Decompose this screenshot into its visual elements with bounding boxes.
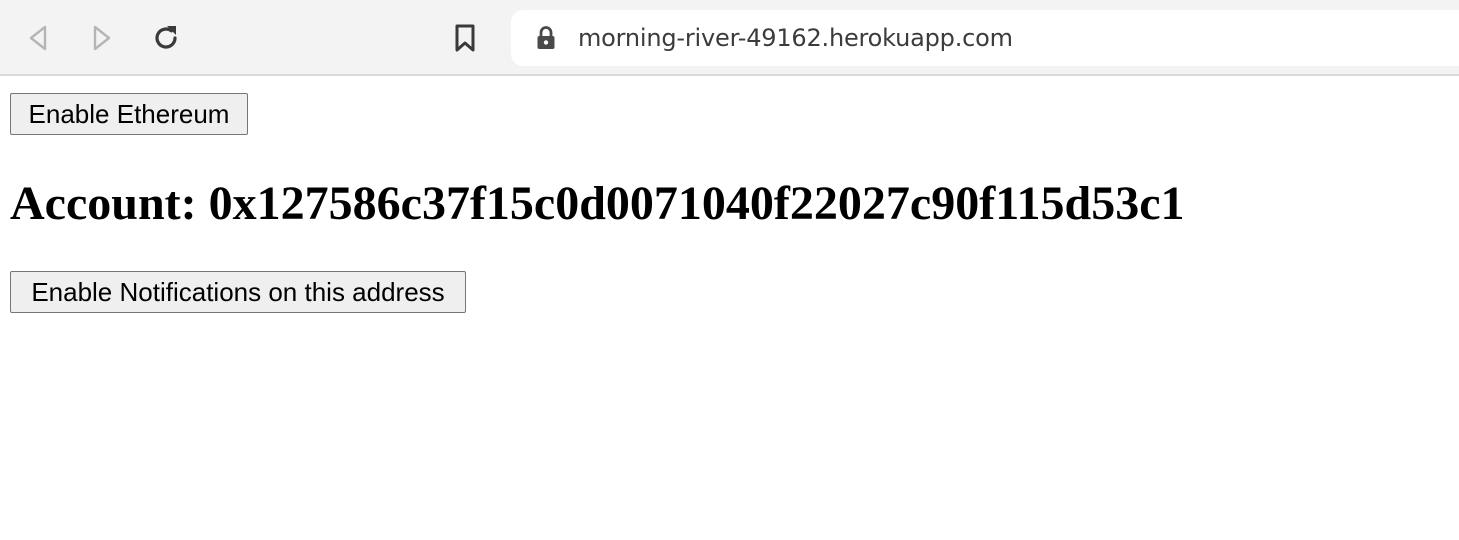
reload-button[interactable] — [147, 19, 185, 57]
address-bar[interactable]: morning-river-49162.herokuapp.com — [511, 10, 1459, 66]
forward-arrow-icon — [93, 25, 111, 51]
page-content: Enable Ethereum Account: 0x127586c37f15c… — [0, 76, 1459, 540]
bookmark-icon — [455, 24, 475, 52]
browser-toolbar: morning-river-49162.herokuapp.com — [0, 0, 1459, 76]
enable-notifications-button[interactable]: Enable Notifications on this address — [10, 271, 466, 313]
url-text: morning-river-49162.herokuapp.com — [578, 24, 1013, 52]
lock-icon — [537, 26, 555, 49]
bookmark-button[interactable] — [446, 19, 484, 57]
back-arrow-icon — [29, 25, 47, 51]
reload-icon — [155, 26, 177, 49]
account-heading: Account: 0x127586c37f15c0d0071040f22027c… — [10, 177, 1185, 230]
back-button[interactable] — [19, 19, 57, 57]
forward-button[interactable] — [83, 19, 121, 57]
enable-ethereum-button[interactable]: Enable Ethereum — [10, 93, 248, 135]
